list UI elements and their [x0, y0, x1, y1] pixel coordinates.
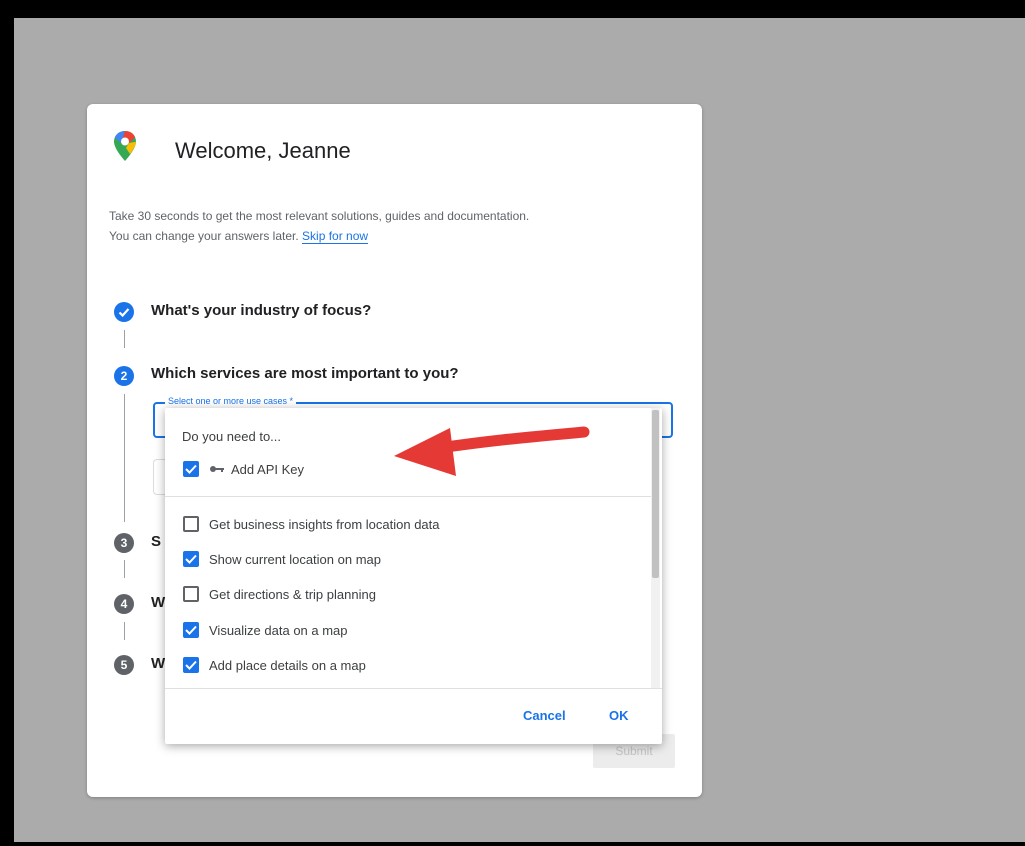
dropdown-heading: Do you need to...	[182, 429, 282, 444]
skip-for-now-link[interactable]: Skip for now	[302, 229, 369, 244]
use-cases-select-label: Select one or more use cases *	[165, 396, 297, 406]
step-3-number: 3	[114, 533, 134, 553]
key-icon	[209, 464, 225, 474]
step-connector	[124, 394, 125, 522]
checkbox-unchecked-icon[interactable]	[183, 586, 199, 602]
dropdown-scrollbar[interactable]	[651, 408, 660, 688]
step-1-label[interactable]: What's your industry of focus?	[151, 302, 371, 319]
step-4-number: 4	[114, 594, 134, 614]
option-label: Get directions & trip planning	[209, 586, 376, 602]
checkbox-checked-icon[interactable]	[183, 657, 199, 673]
option-current-location[interactable]: Show current location on map	[183, 549, 381, 569]
checkbox-unchecked-icon[interactable]	[183, 516, 199, 532]
option-visualize-data[interactable]: Visualize data on a map	[183, 620, 348, 640]
step-connector	[124, 330, 125, 348]
step-4-label[interactable]: W	[151, 594, 165, 611]
intro-line-1: Take 30 seconds to get the most relevant…	[109, 209, 530, 223]
page-title: Welcome, Jeanne	[175, 138, 351, 163]
cancel-button[interactable]: Cancel	[523, 708, 566, 723]
step-2-number: 2	[114, 366, 134, 386]
option-label: Add place details on a map	[209, 657, 366, 673]
checkbox-checked-icon[interactable]	[183, 622, 199, 638]
option-label: Add API Key	[231, 461, 304, 477]
option-label: Visualize data on a map	[209, 622, 348, 638]
intro-text: Take 30 seconds to get the most relevant…	[109, 206, 699, 246]
ok-button[interactable]: OK	[609, 708, 629, 723]
option-directions[interactable]: Get directions & trip planning	[183, 584, 376, 604]
intro-line-2: You can change your answers later.	[109, 229, 299, 243]
option-business-insights[interactable]: Get business insights from location data	[183, 514, 440, 534]
option-add-api-key[interactable]: Add API Key	[183, 459, 304, 479]
checkbox-checked-icon[interactable]	[183, 551, 199, 567]
maps-logo-icon	[114, 131, 136, 161]
scrollbar-thumb[interactable]	[652, 410, 659, 578]
step-connector	[124, 560, 125, 578]
checkbox-checked-icon[interactable]	[183, 461, 199, 477]
dropdown-divider	[165, 496, 652, 497]
step-1-done-icon	[114, 302, 134, 322]
dropdown-footer-divider	[165, 688, 662, 689]
option-label: Show current location on map	[209, 551, 381, 567]
option-place-details[interactable]: Add place details on a map	[183, 655, 366, 675]
annotation-arrow-icon	[394, 426, 590, 476]
step-5-number: 5	[114, 655, 134, 675]
step-3-label[interactable]: S	[151, 533, 161, 550]
step-5-label[interactable]: W	[151, 655, 165, 672]
step-2-label[interactable]: Which services are most important to you…	[151, 365, 459, 382]
option-label: Get business insights from location data	[209, 516, 440, 532]
step-connector	[124, 622, 125, 640]
